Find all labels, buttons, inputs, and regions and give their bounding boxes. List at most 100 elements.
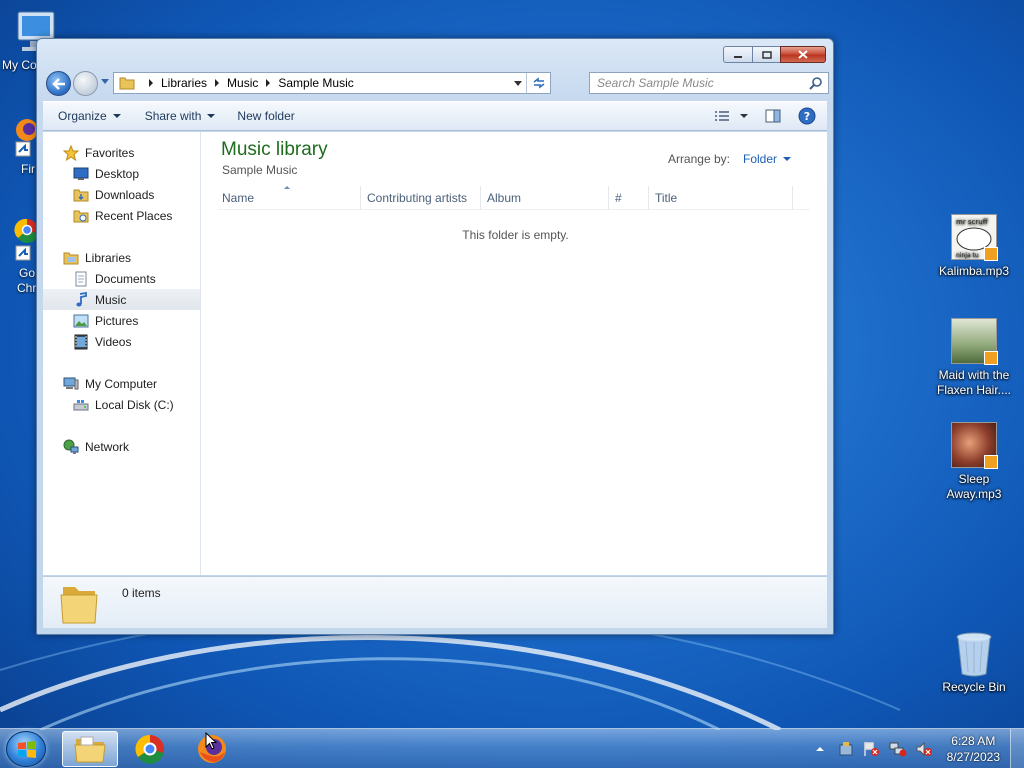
breadcrumb-separator-icon[interactable] bbox=[149, 79, 153, 87]
clock-date: 8/27/2023 bbox=[946, 750, 1000, 764]
column-header-album[interactable]: Album bbox=[481, 186, 609, 210]
nav-recent-places[interactable]: Recent Places bbox=[43, 205, 200, 226]
album-art-thumbnail bbox=[951, 422, 998, 469]
nav-network[interactable]: Network bbox=[43, 436, 200, 457]
play-badge-icon bbox=[984, 351, 998, 365]
show-hidden-icons-button[interactable] bbox=[809, 739, 831, 759]
refresh-button[interactable] bbox=[526, 73, 550, 93]
content-pane[interactable]: Music library Sample Music Arrange by: F… bbox=[202, 132, 827, 575]
system-tray: 6:28 AM 8/27/2023 bbox=[809, 729, 1024, 768]
start-button[interactable] bbox=[6, 731, 46, 767]
nav-my-computer[interactable]: My Computer bbox=[43, 373, 200, 394]
desktop-icon bbox=[73, 166, 89, 182]
address-bar[interactable]: Libraries Music Sample Music bbox=[113, 72, 551, 94]
nav-music[interactable]: Music bbox=[43, 289, 200, 310]
network-status-icon[interactable] bbox=[887, 739, 909, 759]
hard-drive-icon bbox=[73, 397, 89, 413]
explorer-window[interactable]: Libraries Music Sample Music Search Samp… bbox=[36, 38, 834, 635]
preview-pane-button[interactable] bbox=[761, 105, 785, 127]
nav-libraries[interactable]: Libraries bbox=[43, 247, 200, 268]
nav-documents[interactable]: Documents bbox=[43, 268, 200, 289]
arrange-by-dropdown[interactable]: Folder bbox=[743, 152, 791, 166]
column-header-label: # bbox=[615, 191, 622, 205]
recent-pages-dropdown[interactable] bbox=[101, 79, 109, 84]
share-with-button[interactable]: Share with bbox=[136, 104, 225, 128]
arrange-by-label: Arrange by: bbox=[667, 152, 730, 166]
desktop-icon-sleep-away[interactable]: Sleep Away.mp3 bbox=[934, 422, 1014, 502]
address-history-dropdown[interactable] bbox=[514, 81, 522, 86]
new-folder-label: New folder bbox=[237, 109, 295, 123]
search-input[interactable]: Search Sample Music bbox=[589, 72, 829, 94]
nav-local-disk[interactable]: Local Disk (C:) bbox=[43, 394, 200, 415]
breadcrumb-separator-icon[interactable] bbox=[215, 79, 220, 87]
downloads-folder-icon bbox=[73, 187, 89, 203]
explorer-body: Favorites Desktop Downloads Recent Place… bbox=[43, 132, 827, 575]
desktop-icon-label: Sleep bbox=[958, 472, 990, 486]
chevron-down-icon bbox=[112, 114, 121, 118]
taskbar-clock[interactable]: 6:28 AM 8/27/2023 bbox=[947, 733, 1000, 765]
nav-downloads-label: Downloads bbox=[95, 187, 155, 202]
action-center-flag[interactable] bbox=[861, 739, 883, 759]
svg-text:ninja tu: ninja tu bbox=[956, 252, 979, 259]
breadcrumb-separator-icon[interactable] bbox=[266, 79, 271, 87]
nav-desktop[interactable]: Desktop bbox=[43, 163, 200, 184]
desktop-icon-label: Maid with the bbox=[938, 368, 1010, 382]
taskbar-chrome[interactable] bbox=[122, 731, 178, 767]
organize-button[interactable]: Organize bbox=[49, 104, 130, 128]
libraries-icon bbox=[63, 250, 79, 266]
recycle-bin-icon bbox=[951, 630, 997, 677]
back-arrow-icon bbox=[51, 77, 65, 90]
command-bar: Organize Share with New folder ? bbox=[43, 101, 827, 131]
taskbar-explorer[interactable] bbox=[62, 731, 118, 767]
nav-videos[interactable]: Videos bbox=[43, 331, 200, 352]
nav-libraries-label: Libraries bbox=[85, 250, 132, 265]
svg-text:mr scruff: mr scruff bbox=[956, 218, 988, 226]
music-note-icon bbox=[73, 291, 89, 308]
search-icon[interactable] bbox=[809, 76, 823, 90]
back-button[interactable] bbox=[46, 71, 71, 96]
chevron-down-icon bbox=[740, 114, 748, 118]
nav-favorites[interactable]: Favorites bbox=[43, 142, 200, 163]
column-header-label: Title bbox=[655, 191, 678, 205]
chevron-down-icon bbox=[783, 157, 791, 161]
computer-icon bbox=[63, 376, 79, 392]
minimize-button[interactable] bbox=[723, 46, 753, 63]
desktop-icon-kalimba[interactable]: mr scruff ninja tu Kalimba.mp3 bbox=[934, 214, 1014, 279]
nav-pictures-label: Pictures bbox=[95, 313, 139, 328]
show-desktop-button[interactable] bbox=[1010, 729, 1024, 768]
close-button[interactable] bbox=[780, 46, 826, 63]
navigation-pane: Favorites Desktop Downloads Recent Place… bbox=[43, 132, 201, 575]
play-badge-icon bbox=[984, 455, 998, 469]
navigation-bar: Libraries Music Sample Music Search Samp… bbox=[43, 70, 829, 96]
album-art-thumbnail: mr scruff ninja tu bbox=[951, 214, 998, 261]
nav-videos-label: Videos bbox=[95, 334, 132, 349]
breadcrumb-sample-music[interactable]: Sample Music bbox=[278, 76, 353, 90]
play-badge-icon bbox=[984, 247, 998, 261]
volume-icon[interactable] bbox=[913, 739, 935, 759]
desktop-icon-label: Recycle Bin bbox=[942, 680, 1006, 694]
breadcrumb-libraries[interactable]: Libraries bbox=[161, 76, 207, 90]
desktop-icon-label: Chr bbox=[17, 281, 37, 295]
breadcrumb-music[interactable]: Music bbox=[227, 76, 258, 90]
column-header-title[interactable]: Title bbox=[649, 186, 793, 210]
nav-desktop-label: Desktop bbox=[95, 166, 140, 181]
desktop-icon-label: Away.mp3 bbox=[946, 487, 1002, 501]
help-button[interactable]: ? bbox=[795, 105, 819, 127]
column-header-contributing-artists[interactable]: Contributing artists bbox=[361, 186, 481, 210]
desktop-icon-recycle-bin[interactable]: Recycle Bin bbox=[934, 630, 1014, 695]
column-header-name[interactable]: Name bbox=[218, 186, 361, 210]
search-placeholder: Search Sample Music bbox=[597, 76, 714, 90]
desktop-icon-maid-with-the-flaxen-hair[interactable]: Maid with the Flaxen Hair.... bbox=[934, 318, 1014, 398]
folder-icon bbox=[74, 736, 106, 763]
forward-button[interactable] bbox=[73, 71, 98, 96]
nav-documents-label: Documents bbox=[95, 271, 156, 286]
column-header-number[interactable]: # bbox=[609, 186, 649, 210]
tray-app-icon[interactable] bbox=[835, 739, 857, 759]
nav-pictures[interactable]: Pictures bbox=[43, 310, 200, 331]
new-folder-button[interactable]: New folder bbox=[228, 104, 303, 128]
desktop-icon-label: Kalimba.mp3 bbox=[938, 264, 1010, 278]
restore-button[interactable] bbox=[753, 46, 780, 63]
recent-places-icon bbox=[73, 208, 89, 224]
nav-downloads[interactable]: Downloads bbox=[43, 184, 200, 205]
change-view-button[interactable] bbox=[711, 105, 751, 127]
